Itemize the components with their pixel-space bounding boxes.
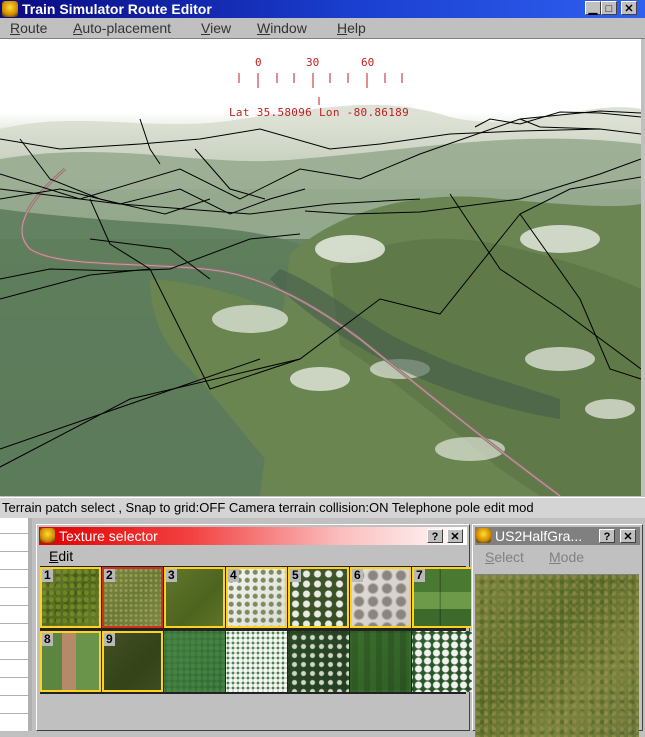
texture-thumbnail[interactable] — [226, 631, 287, 692]
menu-view[interactable]: View — [201, 19, 231, 37]
terrain-viewport[interactable]: 0 30 60 Lat 35.58096 Lon -80.86189 — [0, 39, 641, 496]
menu-bar: Route Auto-placement View Window Help — [0, 18, 645, 39]
menu-window[interactable]: Window — [257, 19, 307, 37]
texture-thumbnail[interactable]: 3 — [164, 567, 225, 628]
preview-app-icon[interactable] — [476, 528, 491, 543]
texture-thumbnail[interactable] — [350, 631, 411, 692]
texture-thumbnail[interactable]: 6 — [350, 567, 411, 628]
texture-preview-image — [475, 574, 639, 737]
main-title-bar: Train Simulator Route Editor ▁ □ ✕ — [0, 0, 645, 18]
minimize-button[interactable]: ▁ — [585, 1, 601, 15]
texture-selector-help-button[interactable]: ? — [427, 529, 443, 543]
texture-thumbnail[interactable] — [164, 631, 225, 692]
texture-selector-icon[interactable] — [40, 528, 55, 543]
lower-area: Texture selector ? ✕ Edit 1 2 3 4 5 6 7 8 9 US2H… — [0, 518, 645, 737]
menu-auto-placement[interactable]: Auto-placement — [73, 19, 171, 37]
side-grid-strip — [0, 518, 32, 731]
texture-preview-panel: US2HalfGra... ? ✕ Select Mode — [472, 524, 643, 737]
status-bar: Terrain patch select , Snap to grid:OFF … — [0, 497, 645, 519]
texture-selector-title: Texture selector — [59, 528, 158, 544]
texture-thumbnail-grid: 1 2 3 4 5 6 7 8 9 — [40, 566, 473, 694]
texture-thumbnail[interactable]: 2 — [102, 567, 163, 628]
preview-help-button[interactable]: ? — [599, 529, 615, 543]
texture-thumbnail-number: 4 — [228, 568, 239, 582]
texture-thumbnail[interactable]: 7 — [412, 567, 473, 628]
texture-thumbnail[interactable]: 5 — [288, 567, 349, 628]
texture-thumbnail-number: 6 — [352, 568, 363, 582]
app-title: Train Simulator Route Editor — [22, 1, 212, 17]
compass-label-60: 60 — [361, 56, 375, 69]
texture-thumbnail-number: 7 — [414, 568, 425, 582]
menu-help[interactable]: Help — [337, 19, 366, 37]
texture-selector-title-bar: Texture selector ? ✕ — [39, 527, 467, 545]
app-icon[interactable] — [2, 1, 18, 17]
texture-thumbnail[interactable]: 9 — [102, 631, 163, 692]
texture-thumbnail-number: 5 — [290, 568, 301, 582]
texture-thumbnail[interactable]: 8 — [40, 631, 101, 692]
texture-thumbnail-number: 2 — [104, 568, 115, 582]
texture-thumbnail-number: 3 — [166, 568, 177, 582]
texture-thumbnail[interactable] — [412, 631, 473, 692]
compass-label-30: 30 — [306, 56, 320, 69]
compass-label-0: 0 — [255, 56, 262, 69]
texture-thumbnail[interactable]: 1 — [40, 567, 101, 628]
preview-title: US2HalfGra... — [495, 528, 583, 544]
preview-title-bar: US2HalfGra... ? ✕ — [475, 527, 640, 545]
lat-lon-readout: Lat 35.58096 Lon -80.86189 — [229, 106, 409, 119]
texture-thumbnail[interactable]: 4 — [226, 567, 287, 628]
preview-close-button[interactable]: ✕ — [620, 529, 636, 543]
maximize-button[interactable]: □ — [601, 1, 617, 15]
texture-selector-close-button[interactable]: ✕ — [447, 529, 463, 543]
texture-thumbnail-number: 8 — [42, 632, 53, 646]
compass-ruler — [238, 73, 403, 105]
close-button[interactable]: ✕ — [621, 1, 637, 15]
texture-thumbnail-number: 1 — [42, 568, 53, 582]
texture-thumbnail-number: 9 — [104, 632, 115, 646]
texture-selector-menu-edit[interactable]: Edit — [49, 547, 73, 565]
status-text: Terrain patch select , Snap to grid:OFF … — [2, 500, 534, 515]
preview-menu-select[interactable]: Select — [485, 548, 524, 566]
texture-thumbnail[interactable] — [288, 631, 349, 692]
preview-menu-mode[interactable]: Mode — [549, 548, 584, 566]
menu-route[interactable]: Route — [10, 19, 47, 37]
